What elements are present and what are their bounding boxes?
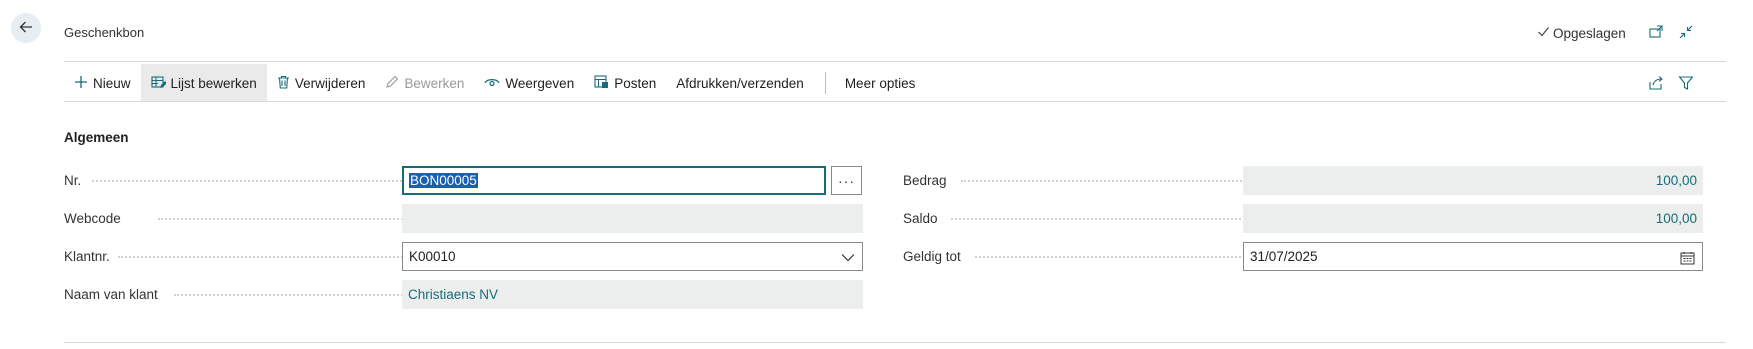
chevron-down-icon[interactable] <box>839 249 856 266</box>
new-button-label: Nieuw <box>93 75 131 91</box>
edit-button[interactable]: Bewerken <box>375 64 474 102</box>
field-saldo-label: Saldo <box>903 211 938 226</box>
field-geldig-tot: Geldig tot 31/07/2025 <box>903 242 1703 271</box>
pencil-icon <box>385 75 399 92</box>
field-nr: Nr. BON00005 ··· <box>64 166 863 195</box>
dotted-leader <box>951 218 1293 220</box>
print-send-button-label: Afdrukken/verzenden <box>676 75 804 91</box>
actionbar-divider <box>64 101 1726 102</box>
save-status: Opgeslagen <box>1537 25 1626 41</box>
arrow-left-icon <box>18 19 34 38</box>
field-geldig-tot-label: Geldig tot <box>903 249 961 264</box>
edit-list-button-label: Lijst bewerken <box>170 75 257 91</box>
field-bedrag: Bedrag 100,00 <box>903 166 1703 195</box>
post-button-label: Posten <box>614 75 657 91</box>
eye-icon <box>484 76 500 91</box>
bedrag-value: 100,00 <box>1243 166 1703 195</box>
post-icon <box>594 74 609 92</box>
collapse-icon[interactable] <box>1676 22 1696 42</box>
save-status-label: Opgeslagen <box>1553 25 1626 41</box>
saldo-value: 100,00 <box>1243 204 1703 233</box>
field-naam-klant-label: Naam van klant <box>64 287 158 302</box>
more-options-label: Meer opties <box>844 75 916 91</box>
klantnr-select[interactable]: K00010 <box>402 242 863 271</box>
action-bar: Nieuw Lijst bewerken Verwijderen Bewerke… <box>64 64 925 102</box>
post-button[interactable]: Posten <box>584 64 666 102</box>
field-webcode-label: Webcode <box>64 211 121 226</box>
view-button[interactable]: Weergeven <box>474 64 584 102</box>
nr-input[interactable]: BON00005 <box>402 166 826 195</box>
field-naam-klant: Naam van klant Christiaens NV <box>64 280 863 309</box>
plus-icon <box>74 75 88 92</box>
field-bedrag-label: Bedrag <box>903 173 947 188</box>
edit-list-icon <box>150 75 167 92</box>
filter-icon[interactable] <box>1676 73 1696 93</box>
more-options-button[interactable]: Meer opties <box>837 64 926 102</box>
geldig-tot-input[interactable]: 31/07/2025 <box>1243 242 1703 271</box>
edit-list-button[interactable]: Lijst bewerken <box>140 64 267 102</box>
webcode-value <box>402 204 863 233</box>
view-button-label: Weergeven <box>505 75 575 91</box>
open-in-new-window-icon[interactable] <box>1646 22 1666 42</box>
page-title: Geschenkbon <box>64 25 145 40</box>
klantnr-select-value: K00010 <box>409 249 456 264</box>
dotted-leader <box>92 180 454 182</box>
action-separator <box>824 72 826 94</box>
section-title-general: Algemeen <box>64 130 129 145</box>
header-divider <box>64 61 1726 62</box>
nr-input-value: BON00005 <box>409 173 478 188</box>
field-saldo: Saldo 100,00 <box>903 204 1703 233</box>
naam-klant-value: Christiaens NV <box>402 280 863 309</box>
new-button[interactable]: Nieuw <box>64 64 141 102</box>
delete-button-label: Verwijderen <box>294 75 366 91</box>
delete-button[interactable]: Verwijderen <box>267 64 376 102</box>
share-icon[interactable] <box>1646 73 1666 93</box>
field-webcode: Webcode <box>64 204 863 233</box>
ellipsis-icon: ··· <box>838 172 855 189</box>
field-klantnr: Klantnr. K00010 <box>64 242 863 271</box>
edit-button-label: Bewerken <box>404 75 465 91</box>
geldig-tot-input-value: 31/07/2025 <box>1250 249 1318 264</box>
field-nr-label: Nr. <box>64 173 82 188</box>
checkmark-icon <box>1537 25 1550 41</box>
print-send-button[interactable]: Afdrukken/verzenden <box>666 64 814 102</box>
nr-lookup-button[interactable]: ··· <box>831 166 862 195</box>
calendar-icon[interactable] <box>1679 249 1696 266</box>
trash-icon <box>277 75 290 92</box>
section-divider <box>64 342 1726 343</box>
field-klantnr-label: Klantnr. <box>64 249 110 264</box>
back-button[interactable] <box>11 13 41 43</box>
